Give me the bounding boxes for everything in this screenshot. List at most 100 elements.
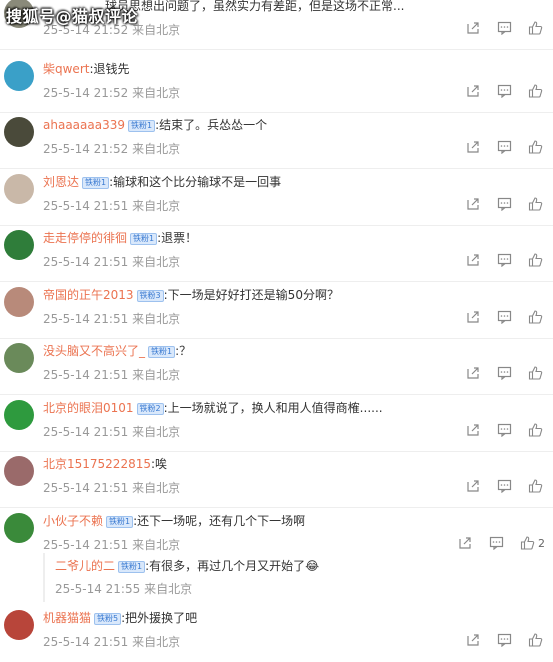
like-button[interactable]: 2 — [520, 536, 545, 550]
like-icon[interactable] — [528, 366, 543, 380]
comment-line: 小伙子不赖 铁粉1:还下一场呢，还有几个下一场啊 — [43, 512, 545, 530]
comment-icon[interactable] — [497, 21, 512, 35]
like-icon[interactable] — [528, 310, 543, 324]
comment-item: 北京15175222815:唉 25-5-14 21:51 来自北京 — [0, 452, 553, 508]
username-link[interactable]: 北京15175222815 — [43, 457, 151, 471]
comment-icon[interactable] — [497, 366, 512, 380]
comment-location: 来自北京 — [132, 538, 181, 552]
username-link[interactable]: 没头脑又不高兴了_ — [43, 344, 145, 358]
share-icon[interactable] — [466, 310, 481, 324]
avatar[interactable] — [4, 400, 34, 430]
comment-item: 机器猫猫 铁粉5:把外援换了吧 25-5-14 21:51 来自北京 — [0, 606, 553, 662]
like-icon[interactable] — [528, 140, 543, 154]
username-link[interactable]: 走走停停的徘徊 — [43, 231, 127, 245]
comment-text: :？ — [175, 344, 192, 358]
share-icon[interactable] — [458, 536, 473, 550]
comment-location: 来自北京 — [132, 425, 181, 439]
comment-actions — [466, 310, 543, 324]
like-icon[interactable] — [528, 84, 543, 98]
comment-icon[interactable] — [489, 536, 504, 550]
username-link[interactable]: ahaaaaaa339 — [43, 118, 125, 132]
avatar[interactable] — [4, 456, 34, 486]
username-link[interactable]: 小伙子不赖 — [43, 514, 103, 528]
comment-meta: 25-5-14 21:51 来自北京 — [43, 633, 180, 650]
comment-line: 帝国的正午2013 铁粉3:下一场是好好打还是输50分啊？ — [43, 286, 545, 304]
comment-meta: 25-5-14 21:51 来自北京 — [43, 536, 180, 553]
reply-meta: 25-5-14 21:55 来自北京 — [55, 580, 192, 597]
comment-line: 走走停停的徘徊 铁粉1:退票！ — [43, 229, 545, 247]
avatar[interactable] — [4, 513, 34, 543]
comment-text: :把外援换了吧 — [121, 611, 198, 625]
comment-actions — [466, 423, 543, 437]
comment-location: 来自北京 — [132, 255, 181, 269]
username-link[interactable]: 帝国的正午2013 — [43, 288, 134, 302]
like-icon[interactable] — [528, 633, 543, 647]
comment-meta: 25-5-14 21:51 来自北京 — [43, 253, 180, 270]
comment-icon[interactable] — [497, 197, 512, 211]
comment-text: 球员思想出问题了，虽然实力有差距，但是这场不正常... — [105, 0, 405, 13]
share-icon[interactable] — [466, 84, 481, 98]
comment-text: :上一场就说了，换人和用人值得商榷...... — [163, 401, 383, 415]
like-icon[interactable] — [528, 253, 543, 267]
reply-username-link[interactable]: 二爷儿的二 — [55, 559, 115, 573]
comment-item: 帝国的正午2013 铁粉3:下一场是好好打还是输50分啊？ 25-5-14 21:… — [0, 283, 553, 339]
comment-item: 没头脑又不高兴了_ 铁粉1:？ 25-5-14 21:51 来自北京 — [0, 339, 553, 395]
share-icon[interactable] — [466, 140, 481, 154]
comment-actions — [466, 21, 543, 35]
avatar[interactable] — [4, 61, 34, 91]
comment-text: :退票！ — [157, 231, 198, 245]
avatar[interactable] — [4, 117, 34, 147]
comment-time: 25-5-14 21:51 — [43, 425, 129, 439]
like-icon[interactable] — [528, 423, 543, 437]
comment-time: 25-5-14 21:51 — [43, 255, 129, 269]
like-icon[interactable] — [520, 536, 535, 550]
comment-time: 25-5-14 21:51 — [43, 312, 129, 326]
comment-item: 走走停停的徘徊 铁粉1:退票！ 25-5-14 21:51 来自北京 — [0, 226, 553, 282]
share-icon[interactable] — [466, 21, 481, 35]
reply-line: 二爷儿的二 铁粉1:有很多，再过几个月又开始了😂 — [55, 557, 535, 575]
username-link[interactable]: 北京的眼泪0101 — [43, 401, 134, 415]
like-count: 2 — [538, 536, 545, 550]
comment-item: ahaaaaaa339 铁粉1:结束了。兵怂怂一个 25-5-14 21:52 来… — [0, 113, 553, 169]
reply-item: 二爷儿的二 铁粉1:有很多，再过几个月又开始了😂 25-5-14 21:55 来自… — [43, 553, 543, 602]
reply-time: 25-5-14 21:55 — [55, 582, 141, 596]
comment-icon[interactable] — [497, 423, 512, 437]
avatar[interactable] — [4, 343, 34, 373]
comment-time: 25-5-14 21:51 — [43, 199, 129, 213]
avatar[interactable] — [4, 230, 34, 260]
comment-time: 25-5-14 21:51 — [43, 635, 129, 649]
comment-icon[interactable] — [497, 310, 512, 324]
like-icon[interactable] — [528, 21, 543, 35]
avatar[interactable] — [4, 174, 34, 204]
share-icon[interactable] — [466, 423, 481, 437]
avatar[interactable] — [4, 610, 34, 640]
share-icon[interactable] — [466, 633, 481, 647]
comment-location: 来自北京 — [132, 199, 181, 213]
share-icon[interactable] — [466, 479, 481, 493]
username-link[interactable]: 刘恩达 — [43, 175, 79, 189]
like-icon[interactable] — [528, 197, 543, 211]
comment-icon[interactable] — [497, 253, 512, 267]
comment-actions — [466, 253, 543, 267]
comment-line: 柴qwert:退钱先 — [43, 60, 545, 78]
share-icon[interactable] — [466, 253, 481, 267]
comment-location: 来自北京 — [132, 23, 181, 37]
comment-icon[interactable] — [497, 140, 512, 154]
share-icon[interactable] — [466, 197, 481, 211]
comment-icon[interactable] — [497, 479, 512, 493]
comment-time: 25-5-14 21:52 — [43, 142, 129, 156]
comment-location: 来自北京 — [132, 635, 181, 649]
username-link[interactable]: 机器猫猫 — [43, 611, 91, 625]
avatar[interactable] — [4, 287, 34, 317]
comment-location: 来自北京 — [132, 312, 181, 326]
fan-badge: 铁粉5 — [94, 613, 122, 625]
comment-icon[interactable] — [497, 84, 512, 98]
comment-line: 没头脑又不高兴了_ 铁粉1:？ — [43, 342, 545, 360]
username-link[interactable]: 柴qwert — [43, 62, 89, 76]
comment-icon[interactable] — [497, 633, 512, 647]
comment-line: ahaaaaaa339 铁粉1:结束了。兵怂怂一个 — [43, 116, 545, 134]
laugh-emoji-icon: 😂 — [305, 559, 320, 573]
share-icon[interactable] — [466, 366, 481, 380]
comment-text: :唉 — [150, 457, 168, 471]
like-icon[interactable] — [528, 479, 543, 493]
